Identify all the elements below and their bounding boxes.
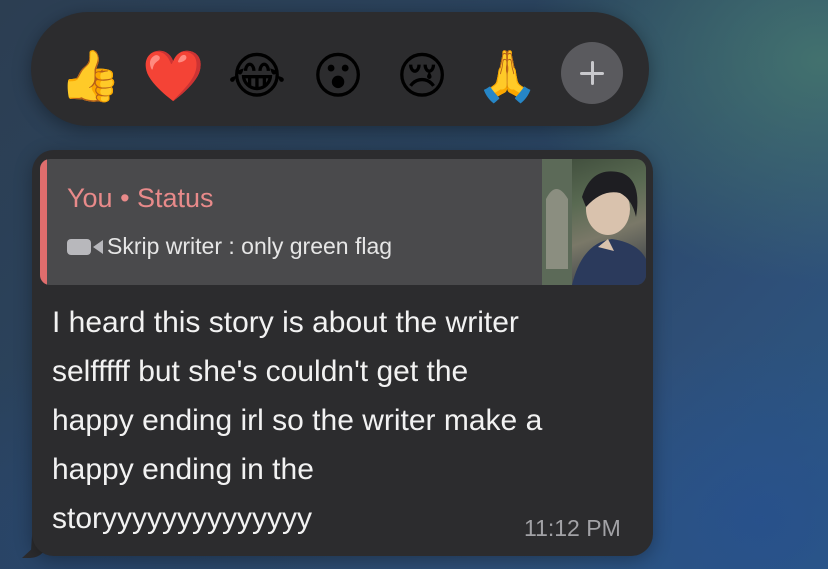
surprised-reaction[interactable]: 😮 xyxy=(308,46,368,106)
message-timestamp: 11:12 PM xyxy=(524,515,621,541)
message-text: I heard this story is about the writer s… xyxy=(52,298,642,543)
red-heart-reaction[interactable]: ❤️ xyxy=(142,46,204,106)
message-line: happy ending irl so the writer make a xyxy=(52,404,543,437)
reply-title: You • Status xyxy=(67,183,214,213)
message-line: I heard this story is about the writer xyxy=(52,306,519,339)
reaction-bar: 👍 ❤️ 😂 😮 😢 🙏 xyxy=(31,12,649,126)
message-line: happy ending in the xyxy=(52,453,314,486)
video-camera-icon xyxy=(67,238,103,255)
status-thumbnail xyxy=(542,159,646,285)
reply-accent-bar xyxy=(40,159,47,285)
reply-subtitle: Skrip writer : only green flag xyxy=(107,233,393,259)
more-reactions-button[interactable] xyxy=(561,42,623,104)
crying-reaction[interactable]: 😢 xyxy=(392,46,452,106)
message-line: selfffff but she's couldn't get the xyxy=(52,355,469,388)
folded-hands-reaction[interactable]: 🙏 xyxy=(476,46,538,106)
quoted-status-reply[interactable]: You • Status Skrip writer : only green f… xyxy=(40,159,646,285)
thumbs-up-reaction[interactable]: 👍 xyxy=(59,46,121,106)
reply-subtitle-row: Skrip writer : only green flag xyxy=(67,233,392,260)
tears-of-joy-reaction[interactable]: 😂 xyxy=(227,46,287,106)
